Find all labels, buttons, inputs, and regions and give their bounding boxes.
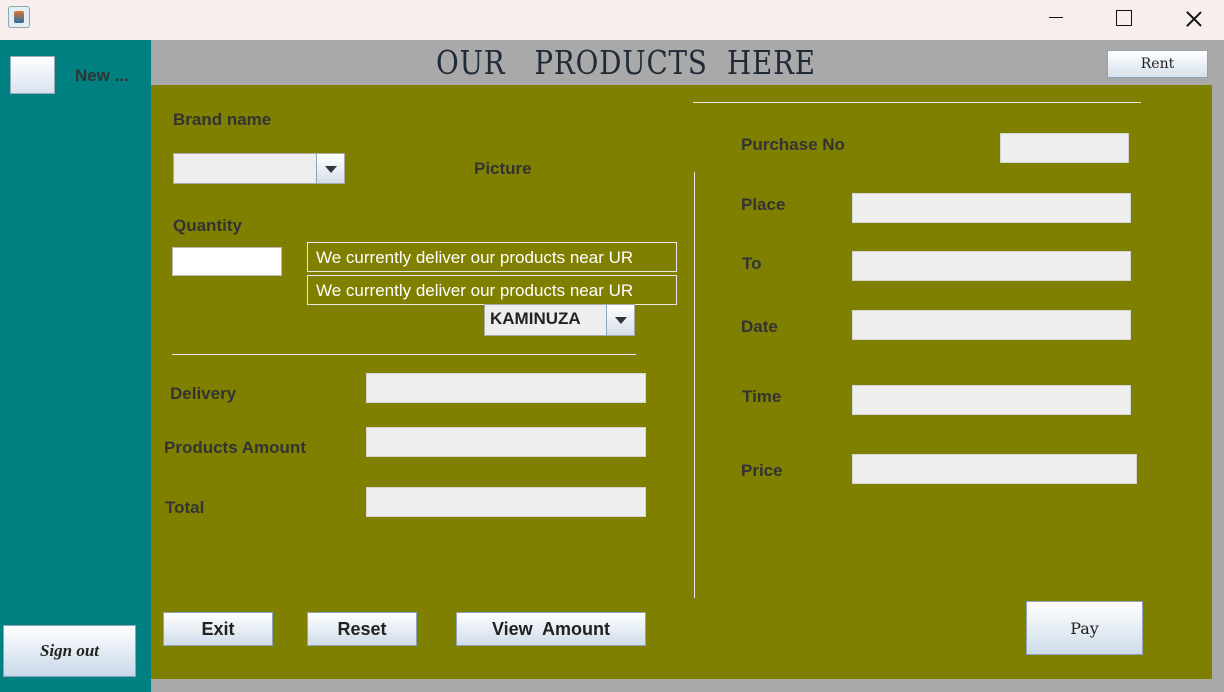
purchase-no-label: Purchase No: [741, 135, 845, 154]
close-icon[interactable]: [1172, 0, 1216, 36]
vertical-divider: [694, 172, 695, 598]
java-coffee-icon[interactable]: [8, 6, 30, 28]
page-title: OUR PRODUCTS HERE: [436, 43, 816, 82]
brand-name-select[interactable]: [173, 153, 345, 184]
new-button[interactable]: [10, 56, 55, 94]
right-top-divider: [693, 102, 1141, 103]
rent-button[interactable]: Rent: [1107, 50, 1208, 78]
picture-label: Picture: [474, 159, 532, 178]
view-amount-button[interactable]: View Amount: [456, 612, 646, 646]
chevron-down-icon[interactable]: [606, 305, 634, 335]
place-field[interactable]: [852, 193, 1131, 223]
delivery-notice-1: We currently deliver our products near U…: [307, 242, 677, 272]
to-label: To: [742, 254, 762, 273]
products-amount-label: Products Amount: [164, 438, 306, 457]
time-label: Time: [742, 387, 782, 406]
price-label: Price: [741, 461, 783, 480]
time-field[interactable]: [852, 385, 1131, 415]
exit-button[interactable]: Exit: [163, 612, 273, 646]
chevron-down-icon[interactable]: [316, 154, 344, 183]
new-label: New ...: [75, 66, 129, 85]
bottom-border: [151, 679, 1224, 692]
total-field[interactable]: [366, 487, 646, 517]
quantity-input[interactable]: [172, 247, 282, 276]
delivery-label: Delivery: [170, 384, 237, 403]
total-label: Total: [165, 498, 205, 517]
sidebar: New ... Sign out: [0, 40, 151, 692]
window-titlebar: [0, 0, 1224, 40]
right-border: [1212, 85, 1224, 679]
price-field[interactable]: [852, 454, 1137, 484]
sign-out-button[interactable]: Sign out: [3, 625, 136, 677]
to-field[interactable]: [852, 251, 1131, 281]
minimize-icon[interactable]: [1040, 0, 1084, 36]
delivery-field[interactable]: [366, 373, 646, 403]
brand-name-label: Brand name: [173, 110, 272, 129]
purchase-no-field[interactable]: [1000, 133, 1129, 163]
place-label: Place: [741, 195, 786, 214]
maximize-icon[interactable]: [1101, 0, 1145, 36]
products-amount-field[interactable]: [366, 427, 646, 457]
date-field[interactable]: [852, 310, 1131, 340]
date-label: Date: [741, 317, 778, 336]
pay-button[interactable]: Pay: [1026, 601, 1143, 655]
campus-value: KAMINUZA: [490, 309, 581, 328]
campus-select[interactable]: KAMINUZA: [484, 304, 635, 336]
quantity-label: Quantity: [173, 216, 242, 235]
reset-button[interactable]: Reset: [307, 612, 417, 646]
left-divider: [172, 354, 636, 355]
delivery-notice-2: We currently deliver our products near U…: [307, 275, 677, 305]
